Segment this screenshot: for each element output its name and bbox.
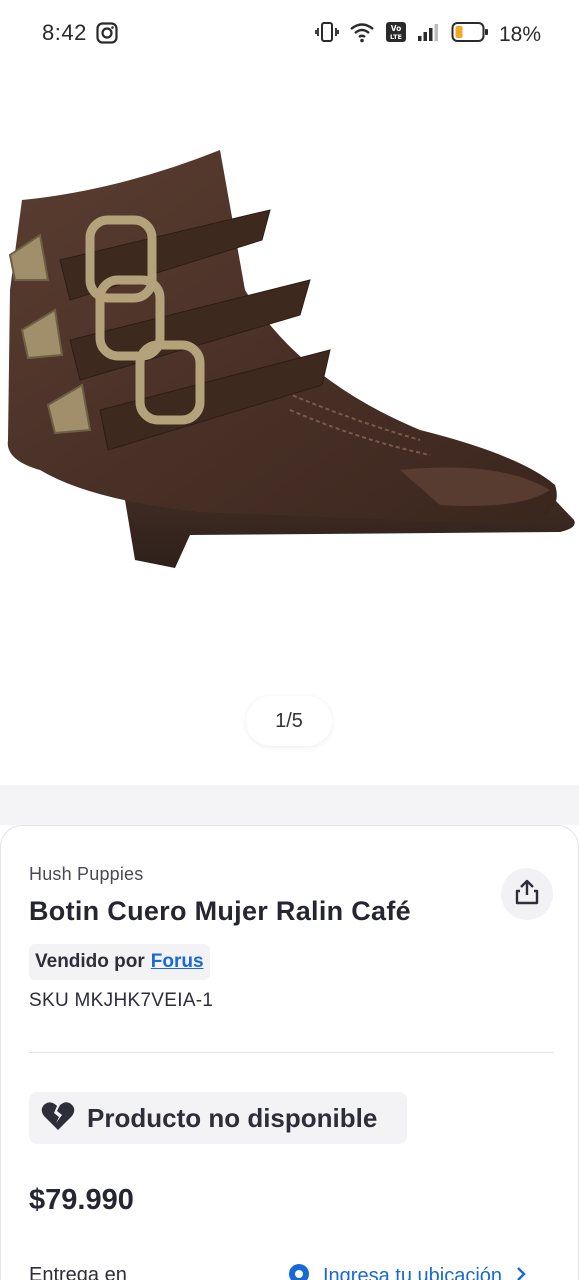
volte-icon: Vo LTE — [385, 21, 407, 48]
product-info-card: Hush Puppies Botin Cuero Mujer Ralin Caf… — [0, 825, 579, 1280]
share-icon — [513, 878, 541, 911]
product-image-gallery[interactable]: 1/5 — [0, 80, 579, 785]
product-sku: SKU MKJHK7VEIA-1 — [29, 990, 214, 1011]
broken-heart-icon — [41, 1101, 75, 1136]
svg-text:LTE: LTE — [390, 33, 402, 41]
seller-link[interactable]: Forus — [151, 951, 204, 973]
signal-icon — [417, 22, 441, 47]
vibrate-icon — [315, 20, 339, 49]
section-gap — [0, 785, 579, 825]
sold-by-label: Vendido por — [35, 951, 145, 972]
instagram-icon — [96, 22, 118, 49]
seller-chip: Vendido por Forus — [29, 944, 210, 980]
product-brand: Hush Puppies — [29, 864, 144, 884]
wifi-icon — [349, 21, 375, 48]
product-price: $79.990 — [29, 1184, 134, 1216]
location-link-text: Ingresa tu ubicación — [323, 1265, 503, 1280]
battery-percent: 18% — [498, 22, 541, 46]
divider — [29, 1052, 554, 1053]
product-title: Botin Cuero Mujer Ralin Café — [29, 896, 411, 926]
location-pin-icon — [287, 1262, 311, 1280]
set-location-link[interactable]: Ingresa tu ubicación — [287, 1262, 528, 1280]
image-pager: 1/5 — [246, 696, 332, 746]
battery-icon — [451, 21, 489, 48]
availability-text: Producto no disponible — [87, 1102, 378, 1133]
share-button[interactable] — [501, 868, 553, 920]
status-bar: 8:42 Vo LTE 18% — [0, 0, 579, 66]
delivery-label: Entrega en — [29, 1264, 127, 1280]
chevron-right-icon — [514, 1265, 528, 1280]
status-indicators: Vo LTE 18% — [315, 20, 541, 49]
availability-badge: Producto no disponible — [29, 1092, 407, 1144]
status-time: 8:42 — [42, 20, 87, 45]
svg-text:Vo: Vo — [391, 24, 402, 33]
product-image — [7, 150, 575, 568]
